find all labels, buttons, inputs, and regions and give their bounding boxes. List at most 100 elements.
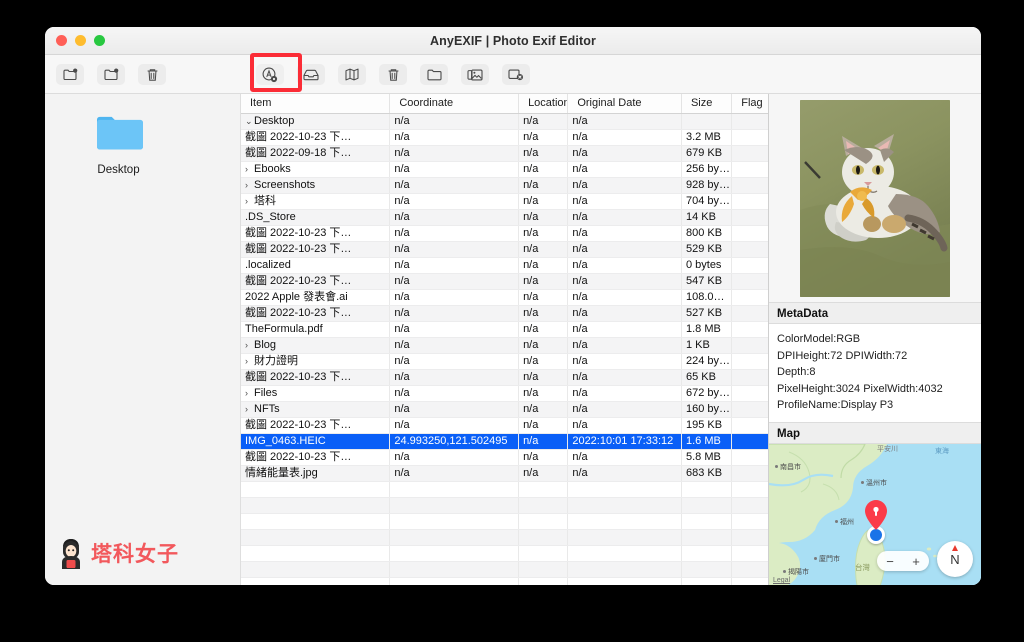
table-row[interactable]: ⌄Desktop n/a n/a n/a bbox=[241, 113, 768, 130]
table-row-empty[interactable] bbox=[241, 481, 768, 498]
cell-location: n/a bbox=[518, 289, 569, 306]
table-row-empty[interactable] bbox=[241, 545, 768, 562]
cell-date: n/a bbox=[567, 337, 682, 354]
cell-date: n/a bbox=[567, 129, 682, 146]
table-row[interactable]: › Screenshots n/a n/a n/a 928 by… bbox=[241, 177, 768, 194]
map-city-label: 台南市 bbox=[851, 584, 877, 586]
table-row[interactable]: › Ebooks n/a n/a n/a 256 by… bbox=[241, 161, 768, 178]
map-view[interactable]: 東海 平安川 南昌市溫州市福州廈門市揭陽市台南市 台灣 − + N bbox=[769, 443, 981, 586]
chevron-right-icon[interactable]: › bbox=[245, 162, 254, 177]
toolbar bbox=[45, 55, 981, 94]
cell-size: 14 KB bbox=[681, 209, 733, 226]
edit-coordinate-icon[interactable] bbox=[256, 64, 284, 85]
cell-location: n/a bbox=[518, 161, 569, 178]
cell-empty bbox=[389, 561, 520, 578]
cell-flag bbox=[731, 289, 768, 306]
cell-location: n/a bbox=[518, 193, 569, 210]
cell-size: 529 KB bbox=[681, 241, 733, 258]
column-header-location[interactable]: Location bbox=[518, 94, 569, 114]
column-header-size[interactable]: Size bbox=[681, 94, 733, 114]
cell-coordinate: n/a bbox=[389, 225, 520, 242]
table-row[interactable]: 截圖 2022-10-23 下… n/a n/a n/a 195 KB bbox=[241, 417, 768, 434]
map-pin-icon[interactable] bbox=[865, 499, 887, 530]
table-row[interactable]: 截圖 2022-09-18 下… n/a n/a n/a 679 KB bbox=[241, 145, 768, 162]
open-folder-add-icon[interactable] bbox=[56, 64, 84, 85]
map-zoom-in-button[interactable]: + bbox=[912, 554, 920, 569]
cell-item: 截圖 2022-10-23 下… bbox=[241, 241, 391, 258]
table-row[interactable]: 截圖 2022-10-23 下… n/a n/a n/a 529 KB bbox=[241, 241, 768, 258]
cell-coordinate: n/a bbox=[389, 193, 520, 210]
cell-empty bbox=[567, 545, 682, 562]
table-row[interactable]: › 塔科 n/a n/a n/a 704 by… bbox=[241, 193, 768, 210]
chevron-right-icon[interactable]: › bbox=[245, 386, 254, 401]
cell-location: n/a bbox=[518, 433, 569, 450]
map-icon[interactable] bbox=[338, 64, 366, 85]
cell-flag bbox=[731, 161, 768, 178]
column-header-coordinate[interactable]: Coordinate bbox=[389, 94, 520, 114]
table-row-empty[interactable] bbox=[241, 497, 768, 514]
table-row[interactable]: 截圖 2022-10-23 下… n/a n/a n/a 65 KB bbox=[241, 369, 768, 386]
cell-coordinate: n/a bbox=[389, 161, 520, 178]
photo-remove-icon[interactable] bbox=[502, 64, 530, 85]
table-row-empty[interactable] bbox=[241, 577, 768, 585]
table-row[interactable]: 截圖 2022-10-23 下… n/a n/a n/a 527 KB bbox=[241, 305, 768, 322]
cell-empty bbox=[681, 545, 733, 562]
image-preview[interactable] bbox=[769, 94, 981, 302]
cell-location: n/a bbox=[518, 321, 569, 338]
photos-icon[interactable] bbox=[461, 64, 489, 85]
table-row[interactable]: › Blog n/a n/a n/a 1 KB bbox=[241, 337, 768, 354]
cell-location: n/a bbox=[518, 209, 569, 226]
edit-date-icon[interactable] bbox=[297, 64, 325, 85]
sidebar-item-desktop[interactable]: Desktop bbox=[71, 112, 166, 176]
table-row[interactable]: › NFTs n/a n/a n/a 160 by… bbox=[241, 401, 768, 418]
chevron-right-icon[interactable]: › bbox=[245, 178, 254, 193]
table-row-empty[interactable] bbox=[241, 529, 768, 546]
cell-coordinate: 24.993250,121.502495 bbox=[389, 433, 520, 450]
map-compass[interactable]: N bbox=[937, 541, 973, 577]
table-row[interactable]: 截圖 2022-10-23 下… n/a n/a n/a 3.2 MB bbox=[241, 129, 768, 146]
map-legal-link[interactable]: Legal bbox=[773, 577, 790, 584]
table-row[interactable]: TheFormula.pdf n/a n/a n/a 1.8 MB bbox=[241, 321, 768, 338]
trash-icon[interactable] bbox=[379, 64, 407, 85]
cell-item: › 財力證明 bbox=[241, 353, 391, 370]
map-zoom-out-button[interactable]: − bbox=[886, 554, 894, 569]
table-row[interactable]: IMG_0463.HEIC 24.993250,121.502495 n/a 2022… bbox=[241, 433, 768, 450]
trash-icon[interactable] bbox=[138, 64, 166, 85]
open-folder-remove-icon[interactable] bbox=[97, 64, 125, 85]
cell-item: 截圖 2022-10-23 下… bbox=[241, 273, 391, 290]
table-row[interactable]: 截圖 2022-10-23 下… n/a n/a n/a 800 KB bbox=[241, 225, 768, 242]
table-row[interactable]: 情緒能量表.jpg n/a n/a n/a 683 KB bbox=[241, 465, 768, 482]
chevron-right-icon[interactable]: › bbox=[245, 338, 254, 353]
table-row[interactable]: .DS_Store n/a n/a n/a 14 KB bbox=[241, 209, 768, 226]
table-row[interactable]: .localized n/a n/a n/a 0 bytes bbox=[241, 257, 768, 274]
chevron-right-icon[interactable]: › bbox=[245, 354, 254, 369]
chevron-right-icon[interactable]: › bbox=[245, 402, 254, 417]
folder-icon[interactable] bbox=[420, 64, 448, 85]
cell-item: › 塔科 bbox=[241, 193, 391, 210]
cell-flag bbox=[731, 353, 768, 370]
map-zoom-controls[interactable]: − + bbox=[877, 551, 929, 571]
table-row-empty[interactable] bbox=[241, 513, 768, 530]
cell-location: n/a bbox=[518, 113, 569, 130]
map-sea-label: 平安川 bbox=[877, 445, 898, 453]
table-row[interactable]: 2022 Apple 發表會.ai n/a n/a n/a 108.0… bbox=[241, 289, 768, 306]
column-header-original-date[interactable]: Original Date bbox=[567, 94, 682, 114]
cell-coordinate: n/a bbox=[389, 465, 520, 482]
cell-empty bbox=[567, 497, 682, 514]
window-body: Desktop 塔科女子 Item Coordinate Location Or… bbox=[45, 94, 981, 585]
cell-empty bbox=[681, 577, 733, 585]
cell-size: 547 KB bbox=[681, 273, 733, 290]
table-row[interactable]: › 財力證明 n/a n/a n/a 224 by… bbox=[241, 353, 768, 370]
column-header-item[interactable]: Item bbox=[241, 94, 391, 114]
table-row[interactable]: › Files n/a n/a n/a 672 by… bbox=[241, 385, 768, 402]
chevron-right-icon[interactable]: › bbox=[245, 194, 254, 209]
column-header-flag[interactable]: Flag bbox=[731, 94, 768, 114]
table-row[interactable]: 截圖 2022-10-23 下… n/a n/a n/a 5.8 MB bbox=[241, 449, 768, 466]
cell-date: n/a bbox=[567, 177, 682, 194]
table-row-empty[interactable] bbox=[241, 561, 768, 578]
cell-coordinate: n/a bbox=[389, 241, 520, 258]
cell-empty bbox=[681, 497, 733, 514]
table-row[interactable]: 截圖 2022-10-23 下… n/a n/a n/a 547 KB bbox=[241, 273, 768, 290]
chevron-down-icon[interactable]: ⌄ bbox=[245, 114, 254, 129]
cell-date: n/a bbox=[567, 161, 682, 178]
